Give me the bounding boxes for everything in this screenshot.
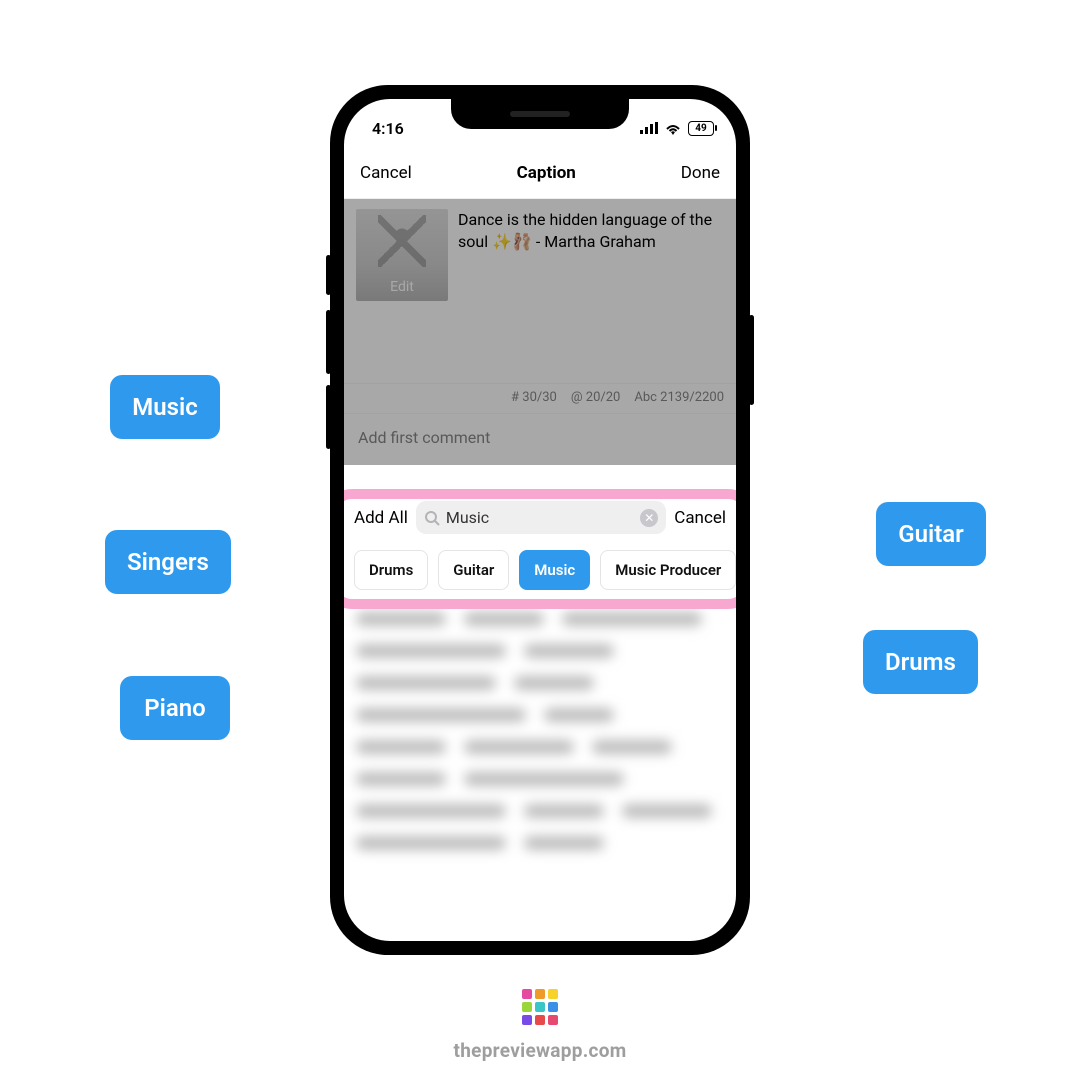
clear-search-icon[interactable]: ✕: [640, 509, 658, 527]
search-icon: [424, 510, 440, 526]
chip-music-producer[interactable]: Music Producer: [600, 550, 736, 590]
float-chip-piano[interactable]: Piano: [120, 676, 230, 740]
hashtag-count: # 30/30: [511, 390, 557, 405]
search-input[interactable]: Music ✕: [416, 501, 666, 534]
float-chip-music[interactable]: Music: [110, 375, 220, 439]
app-logo-icon: [522, 989, 558, 1025]
hashtag-results-blurred: [344, 604, 736, 888]
float-chip-drums[interactable]: Drums: [863, 630, 978, 694]
add-all-button[interactable]: Add All: [354, 508, 408, 528]
wifi-icon: [664, 121, 682, 135]
edit-thumbnail-label: Edit: [390, 279, 414, 295]
phone-frame: 4:16 49 Cancel Caption Done: [330, 85, 750, 955]
char-count: Abc 2139/2200: [634, 390, 724, 405]
chip-drums[interactable]: Drums: [354, 550, 428, 590]
caption-thumbnail[interactable]: Edit: [356, 209, 448, 301]
page-title: Caption: [517, 163, 576, 183]
counter-row: # 30/30 @ 20/20 Abc 2139/2200: [344, 383, 736, 413]
caption-text[interactable]: Dance is the hidden language of the soul…: [458, 209, 724, 301]
category-chips-row: Drums Guitar Music Music Producer Mu: [344, 538, 736, 604]
footer-url: thepreviewapp.com: [453, 1039, 626, 1062]
status-time: 4:16: [372, 119, 404, 138]
chip-guitar[interactable]: Guitar: [438, 550, 509, 590]
float-chip-singers[interactable]: Singers: [105, 530, 231, 594]
mention-count: @ 20/20: [571, 390, 621, 405]
search-value: Music: [446, 508, 634, 527]
done-button[interactable]: Done: [681, 163, 720, 183]
signal-icon: [640, 119, 658, 138]
first-comment-field[interactable]: Add first comment: [344, 413, 736, 465]
cancel-button[interactable]: Cancel: [360, 163, 412, 183]
hashtag-panel: Add All Music ✕ Cancel Drums Guitar Musi…: [344, 465, 736, 888]
float-chip-guitar[interactable]: Guitar: [876, 502, 986, 566]
search-cancel-button[interactable]: Cancel: [674, 508, 726, 528]
battery-icon: 49: [688, 121, 714, 136]
chip-music[interactable]: Music: [519, 550, 590, 590]
